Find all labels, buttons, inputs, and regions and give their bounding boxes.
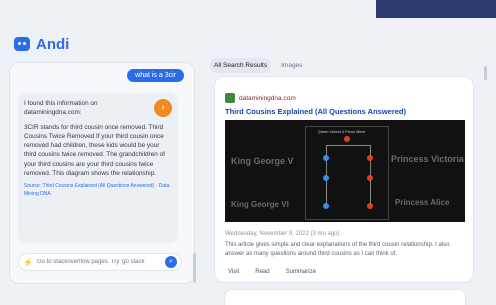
next-result-card[interactable]: [224, 289, 466, 305]
tree-node: [323, 175, 329, 181]
site-favicon-icon: [225, 93, 235, 103]
next-arrow-button[interactable]: ›: [154, 99, 172, 117]
search-icon[interactable]: ⌕: [165, 256, 177, 268]
result-tabs: All Search Results Images: [210, 58, 306, 73]
thumb-label-george-vi: King George VI: [231, 200, 289, 209]
result-actions: Visit Read Summarize: [225, 267, 319, 277]
tree-node: [367, 155, 373, 161]
chat-scrollbar[interactable]: [193, 253, 196, 283]
chat-input-placeholder: Go to stackoverflow pages. Try 'go stack: [36, 259, 145, 265]
app-header: Andi: [14, 34, 69, 54]
chat-panel: what is a 3cir › I found this informatio…: [9, 62, 196, 284]
app-name: Andi: [36, 35, 70, 53]
user-message: what is a 3cir: [127, 69, 184, 82]
result-source: dataminingdna.com: [225, 93, 296, 103]
read-button[interactable]: Read: [252, 267, 272, 277]
results-scrollbar[interactable]: [484, 66, 487, 80]
tree-line: [326, 145, 370, 146]
answer-bubble: › I found this information on datamining…: [18, 93, 178, 243]
tree-node: [323, 155, 329, 161]
tree-node: [323, 203, 329, 209]
answer-intro: I found this information on dataminingdn…: [24, 100, 98, 117]
result-card[interactable]: dataminingdna.com Third Cousins Explaine…: [214, 76, 474, 283]
tab-all-search-results[interactable]: All Search Results: [210, 58, 272, 73]
result-domain[interactable]: dataminingdna.com: [239, 95, 296, 102]
window-corner: [376, 0, 496, 18]
chat-input[interactable]: ⚡ Go to stackoverflow pages. Try 'go sta…: [18, 253, 182, 271]
visit-button[interactable]: Visit: [225, 267, 242, 277]
summarize-button[interactable]: Summarize: [283, 267, 319, 277]
answer-source-link[interactable]: Source: Third Cousins Explained (All Que…: [24, 183, 172, 198]
family-tree-diagram: Queen Victoria & Prince Albert: [305, 126, 389, 220]
tab-images[interactable]: Images: [277, 58, 306, 73]
thumb-label-victoria: Princess Victoria: [391, 154, 464, 164]
answer-body: 3CIR stands for third cousin once remove…: [24, 123, 165, 177]
thumb-label-george-v: King George V: [231, 156, 294, 166]
app-page: Andi what is a 3cir › I found this infor…: [0, 0, 496, 305]
robot-logo-icon: [14, 37, 30, 51]
result-description: This article gives simple and clear expl…: [225, 242, 450, 257]
tree-node: [344, 136, 350, 142]
diagram-top-label: Queen Victoria & Prince Albert: [318, 130, 366, 134]
tree-node: [367, 175, 373, 181]
thumb-label-alice: Princess Alice: [395, 198, 450, 207]
result-title[interactable]: Third Cousins Explained (All Questions A…: [225, 107, 406, 116]
result-thumbnail[interactable]: King George V King George VI Princess Vi…: [225, 120, 465, 222]
tree-node: [367, 203, 373, 209]
bolt-icon: ⚡: [23, 257, 33, 267]
result-date: Wednesday, November 9, 2022 (3 mo ago): [225, 231, 340, 237]
